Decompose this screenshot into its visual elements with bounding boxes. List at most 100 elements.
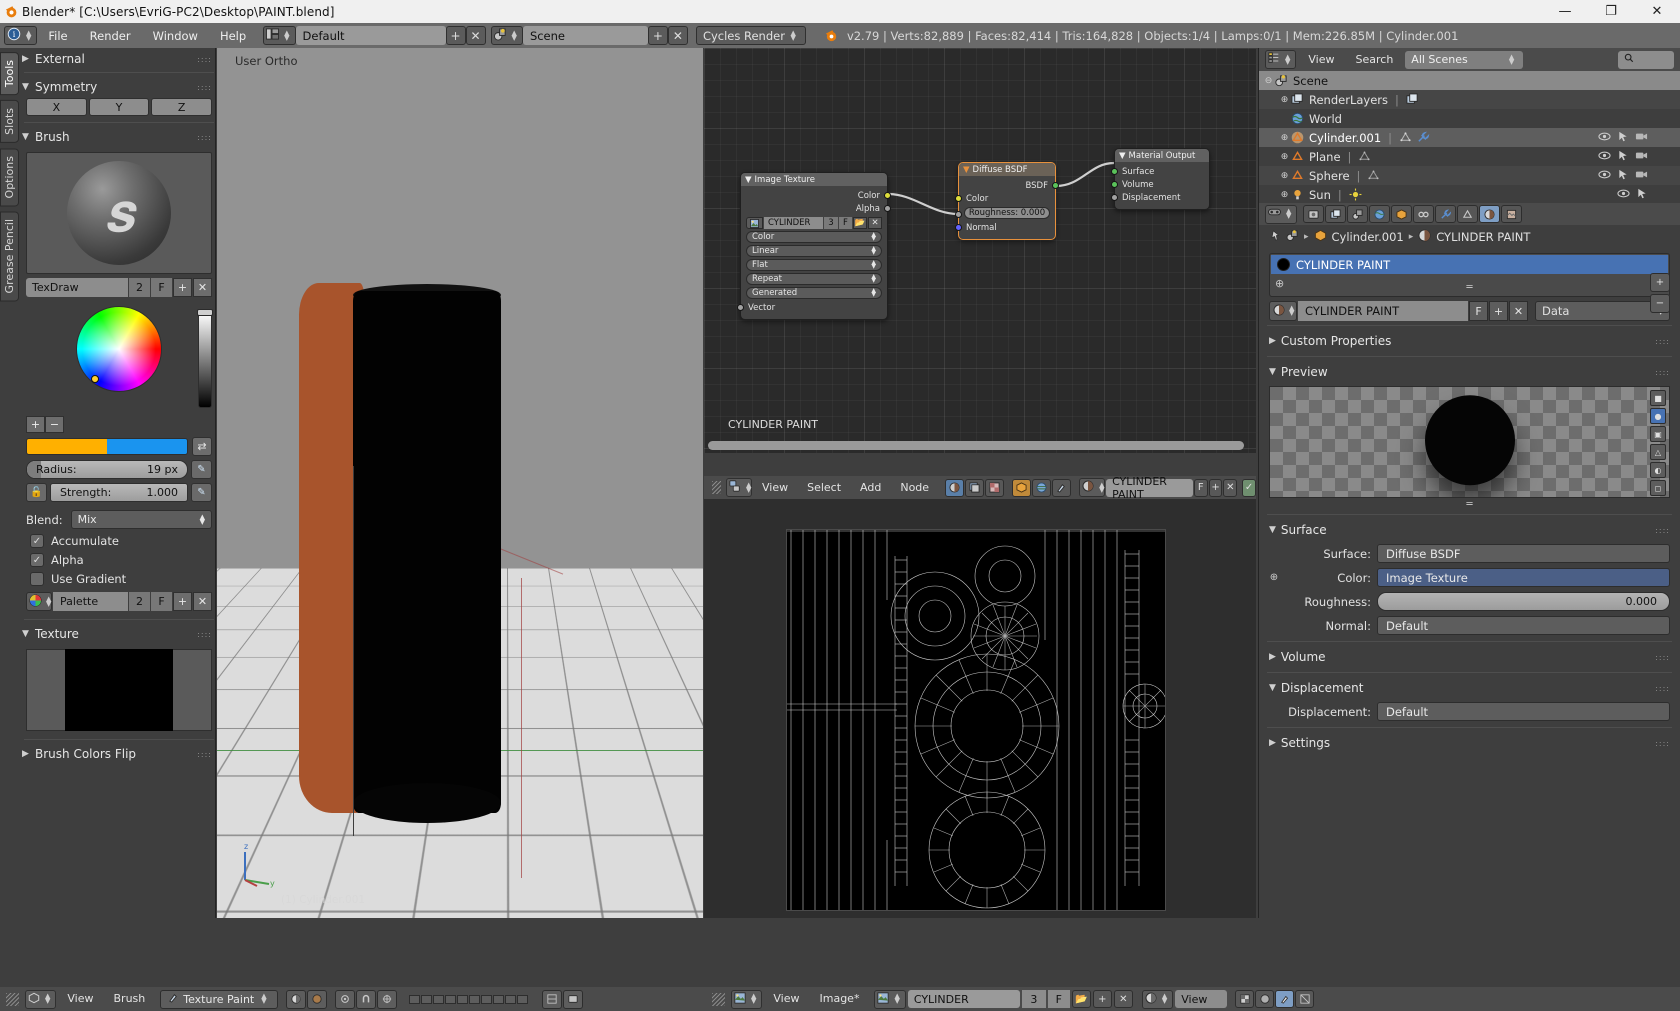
shader-type-object-icon[interactable] [945,478,965,497]
image-name-field[interactable]: CYLINDER [764,217,823,229]
material-fake-user-button[interactable]: F [1469,301,1488,321]
node-editor-horizontal-scrollbar[interactable] [708,441,1244,450]
breadcrumb-material-label[interactable]: CYLINDER PAINT [1436,230,1530,244]
maximize-button[interactable]: ❐ [1588,0,1634,23]
uv-channel-icon[interactable] [1255,990,1275,1008]
eye-icon[interactable] [1617,188,1630,202]
socket-row-vector-in[interactable]: Vector [737,301,887,314]
section-settings[interactable]: ▶ Settings :::: [1259,732,1680,754]
color-swatches[interactable] [26,438,188,455]
add-color-button[interactable]: + [26,416,45,433]
accumulate-row[interactable]: ✓ Accumulate [22,529,216,548]
camera-icon[interactable] [1635,169,1648,183]
socket-row-color-in[interactable]: Color [955,192,1055,205]
remove-color-button[interactable]: − [45,416,64,433]
section-brush-colors-flip[interactable]: ▶ Brush Colors Flip :::: [22,743,216,765]
renderlayer-sub-icon[interactable] [1405,92,1420,107]
cursor-arrow-icon[interactable] [1617,150,1629,164]
material-name-field[interactable]: CYLINDER PAINT [1298,301,1468,321]
uv-view-mode-field[interactable]: View [1175,990,1228,1008]
preview-hair-icon[interactable]: △ [1650,444,1666,460]
scene-breadcrumb-icon[interactable] [1286,229,1299,245]
material-slot-list[interactable]: CYLINDER PAINT ⊕ ═ [1269,253,1670,297]
viewport-render-icon[interactable] [562,989,583,1009]
node-header[interactable]: ▼ Diffuse BSDF [959,163,1055,176]
tab-world[interactable] [1369,205,1391,223]
camera-icon[interactable] [1635,131,1648,145]
area-corner-widget-icon[interactable] [712,481,721,494]
socket-row-volume-in[interactable]: Volume [1111,178,1209,191]
use-nodes-toggle-icon[interactable]: ✓ [1242,478,1256,497]
material-slot-selected[interactable]: CYLINDER PAINT [1271,255,1668,274]
displacement-value[interactable]: Default [1377,702,1670,721]
node-material-new-button[interactable]: + [1208,478,1223,497]
outliner-visibility-toggles[interactable] [1598,131,1648,145]
uv-texture-image[interactable] [786,529,1166,911]
image-open-button[interactable]: 📂 [853,217,867,229]
screen-layout-icon-button[interactable]: ▲ ▼ [263,26,296,45]
socket-row-displacement-in[interactable]: Displacement [1111,191,1209,204]
socket-color-icon[interactable] [884,192,891,199]
surface-value[interactable]: Diffuse BSDF [1377,544,1670,563]
palette-new-button[interactable]: + [173,592,192,611]
camera-icon[interactable] [1635,150,1648,164]
scene-field[interactable]: Scene [522,26,648,45]
viewport-menu-brush[interactable]: Brush [105,987,155,1011]
uv-menu-image[interactable]: Image* [811,987,869,1011]
outliner-row-scene[interactable]: ⊖ Scene [1259,71,1680,90]
tab-slots[interactable]: Slots [0,100,19,143]
tab-render-layers[interactable] [1325,205,1347,223]
outliner-search-box[interactable] [1618,50,1674,69]
menu-window[interactable]: Window [142,29,209,43]
node-header[interactable]: ▼ Image Texture [741,173,887,186]
node-dropdown-colorspace[interactable]: Color ▲ ▼ [746,231,882,243]
image-fake-user-button[interactable]: F [839,217,852,229]
strength-slider[interactable]: Strength: 1.000 [50,483,188,502]
editor-type-selector-outliner[interactable]: ▲ ▼ [1265,50,1297,69]
section-volume[interactable]: ▶ Volume :::: [1259,646,1680,668]
color-wheel-cursor[interactable] [91,375,99,383]
material-new-button[interactable]: + [1489,301,1508,321]
collapse-icon[interactable]: ⊖ [1263,76,1274,86]
expand-icon[interactable]: ⊕ [1279,95,1290,105]
symmetry-z-button[interactable]: Z [151,98,213,116]
proportional-edit-icon[interactable] [334,989,355,1009]
value-slider[interactable] [198,312,212,408]
outliner-row-cylinder[interactable]: ⊕ Cylinder.001 | [1259,128,1680,147]
normal-value[interactable]: Default [1377,616,1670,635]
area-corner-widget-icon[interactable] [6,992,19,1006]
uv-image-users-count[interactable]: 3 [1021,990,1046,1008]
preview-sphere-icon[interactable]: ● [1650,408,1666,424]
cursor-arrow-icon[interactable] [1617,131,1629,145]
tab-options[interactable]: Options [0,147,19,207]
preview-resize-grip-icon[interactable]: ═ [1259,499,1680,510]
socket-displacement-icon[interactable] [1111,194,1118,201]
brush-fake-user-button[interactable]: F [151,278,172,297]
interaction-mode-dropdown[interactable]: Texture Paint ▲ ▼ [160,989,278,1009]
eye-icon[interactable] [1598,150,1611,164]
uv-paint-icon[interactable] [1275,990,1295,1008]
uv-canvas[interactable] [704,499,1256,918]
editor-type-selector-properties[interactable]: ▲ ▼ [1265,204,1298,224]
node-menu-add[interactable]: Add [851,476,890,500]
section-texture[interactable]: ▼ Texture :::: [22,623,216,645]
uv-mask-icon[interactable] [1295,990,1315,1008]
menu-help[interactable]: Help [209,29,257,43]
node-menu-select[interactable]: Select [798,476,850,500]
node-dropdown-source[interactable]: Generated ▲ ▼ [746,287,882,299]
unified-strength-lock-icon[interactable]: 🔓 [26,483,47,502]
socket-row-surface-in[interactable]: Surface [1111,165,1209,178]
preview-sphere-a-icon[interactable]: ◐ [1650,462,1666,478]
shader-type-world-icon[interactable] [965,478,985,497]
accumulate-checkbox[interactable]: ✓ [30,534,44,548]
socket-volume-icon[interactable] [1111,181,1118,188]
color-value[interactable]: Image Texture [1377,568,1670,587]
editor-type-selector-3dview[interactable]: ▲ ▼ [25,989,57,1009]
outliner-row-sphere[interactable]: ⊕ Sphere | [1259,166,1680,185]
image-icon[interactable] [746,217,763,229]
value-slider-knob[interactable] [197,309,213,316]
expand-icon[interactable]: ⊕ [1279,133,1290,143]
socket-row-alpha-out[interactable]: Alpha [741,202,891,215]
modifier-wrench-icon[interactable] [1416,130,1431,145]
socket-alpha-icon[interactable] [884,205,891,212]
